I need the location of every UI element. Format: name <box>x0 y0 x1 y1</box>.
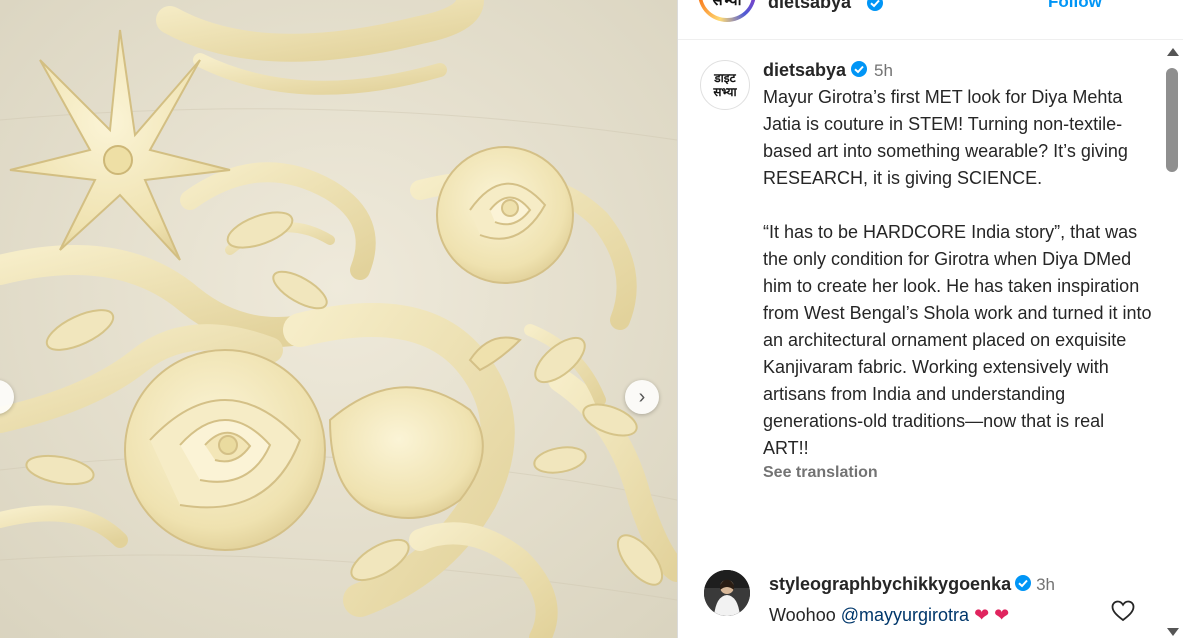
author-avatar-story-ring[interactable]: सभ्या <box>698 0 756 22</box>
next-image-button[interactable]: › <box>625 380 659 414</box>
verified-badge-icon <box>1014 574 1032 597</box>
shola-ornament-image <box>0 0 677 638</box>
comments-scrollbar[interactable] <box>1163 40 1181 638</box>
verified-badge-icon <box>866 0 884 17</box>
scroll-up-arrow-icon[interactable] <box>1167 48 1179 56</box>
caption-avatar[interactable]: डाइट सभ्या <box>700 60 750 110</box>
chevron-right-icon: › <box>638 386 646 408</box>
caption-meta: dietsabya 5h <box>763 60 1153 83</box>
post-media[interactable]: ‹ › <box>0 0 677 638</box>
avatar-text: सभ्या <box>712 0 742 9</box>
comment-like-heart-outline-icon[interactable] <box>1111 600 1135 627</box>
comment-body: styleographbychikkygoenka 3h Woohoo @mayy… <box>769 574 1055 626</box>
comment-item: styleographbychikkygoenka 3h Woohoo @mayy… <box>702 568 1142 638</box>
post-details-pane: सभ्या dietsabya Follow डाइट सभ्या dietsa… <box>677 0 1183 638</box>
follow-button[interactable]: Follow <box>1048 0 1102 12</box>
commenter-avatar[interactable] <box>704 570 750 616</box>
comment-message: Woohoo <box>769 605 836 625</box>
verified-badge-icon <box>850 60 868 83</box>
avatar-line-2: सभ्या <box>713 85 737 99</box>
scroll-down-arrow-icon[interactable] <box>1167 628 1179 636</box>
caption-timestamp[interactable]: 5h <box>874 61 893 80</box>
comment-timestamp[interactable]: 3h <box>1036 575 1055 594</box>
avatar-line-1: डाइट <box>714 71 736 85</box>
heart-emoji: ❤ ❤ <box>974 605 1010 625</box>
caption-text: Mayur Girotra’s first MET look for Diya … <box>763 87 1152 458</box>
author-username[interactable]: dietsabya <box>768 0 851 13</box>
caption-body: dietsabya 5h Mayur Girotra’s first MET lo… <box>763 60 1153 482</box>
author-avatar: सभ्या <box>702 0 752 18</box>
comment-meta: styleographbychikkygoenka 3h <box>769 574 1055 597</box>
caption-username[interactable]: dietsabya <box>763 60 846 80</box>
see-translation-link[interactable]: See translation <box>763 464 1153 482</box>
scrollbar-thumb[interactable] <box>1166 68 1178 172</box>
commenter-username[interactable]: styleographbychikkygoenka <box>769 574 1011 594</box>
comment-text: Woohoo @mayyurgirotra ❤ ❤ <box>769 605 1055 626</box>
comment-mention-link[interactable]: @mayyurgirotra <box>841 605 969 625</box>
post-header: सभ्या dietsabya Follow <box>678 0 1183 40</box>
